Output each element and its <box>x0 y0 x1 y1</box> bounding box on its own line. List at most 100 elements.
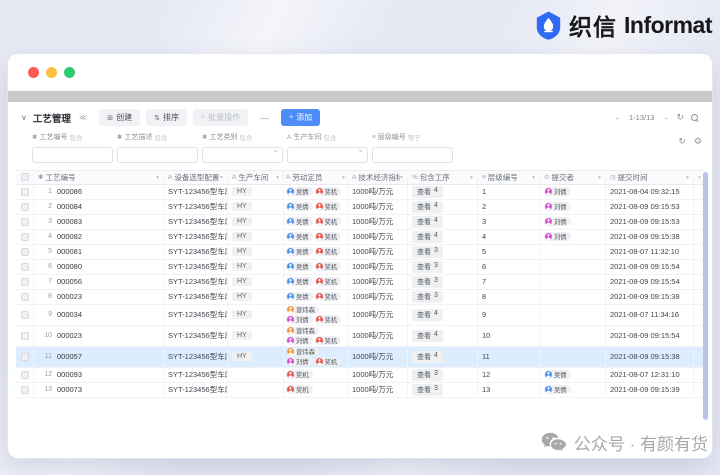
vertical-scrollbar[interactable] <box>703 171 708 420</box>
chevron-down-icon[interactable]: ▾ <box>276 174 279 181</box>
workshop-cell <box>228 367 284 382</box>
process-no: 000023 <box>57 331 83 340</box>
row-check-cell <box>16 274 34 289</box>
member-name: 奖机 <box>296 372 309 379</box>
row-checkbox[interactable] <box>20 217 29 226</box>
table-row[interactable]: 10 000023 SYT-123456型车床 HY 曾炜森 刘倩 奖机 1000吨/万元 查看… <box>16 325 704 347</box>
refresh-icon[interactable]: ↻ <box>678 136 686 147</box>
filter-field-name: 工艺描述 <box>124 134 153 141</box>
header-cell-包含工序[interactable]: % 包含工序 ▾ <box>408 170 478 184</box>
view-ops-button[interactable]: 查看 4 <box>412 215 443 228</box>
chevron-down-icon[interactable]: ▾ <box>156 174 159 181</box>
view-ops-button[interactable]: 查看 3 <box>412 260 443 273</box>
row-checkbox[interactable] <box>20 370 29 379</box>
chevron-down-icon[interactable]: ▾ <box>598 174 601 181</box>
batch-actions-button[interactable]: ≡ 批量操作 <box>193 109 249 126</box>
filter-input-工艺描述[interactable] <box>117 146 198 163</box>
row-checkbox[interactable] <box>20 310 29 319</box>
more-actions-button[interactable]: — <box>254 113 275 123</box>
next-page-arrow-icon[interactable]: → <box>661 113 669 122</box>
table-row[interactable]: 3 000083 SYT-123456型车床 HY 吴倩 奖机 1000吨/万元 查看 4 3 刘倩… <box>16 214 704 230</box>
row-checkbox[interactable] <box>20 187 29 196</box>
row-checkbox[interactable] <box>20 331 29 340</box>
filter-select-生产车间[interactable] <box>287 144 368 163</box>
chevron-down-icon[interactable]: ▾ <box>686 174 689 181</box>
chevron-down-icon[interactable]: ∨ <box>21 113 27 122</box>
header-text: 层级编号 <box>487 172 518 182</box>
table-row[interactable]: 8 000023 SYT-123456型车床 HY 吴倩 奖机 1000吨/万元 查看 3 8 20… <box>16 289 704 305</box>
header-cell-checkbox[interactable] <box>16 170 34 184</box>
table-row[interactable]: 13 000073 SYT-123456型车床 奖机 1000吨/万元 查看 3 13 吴倩 20… <box>16 382 704 398</box>
view-ops-button[interactable]: 查看 3 <box>412 290 443 303</box>
row-check-cell <box>16 325 34 346</box>
maximize-window-button[interactable] <box>64 67 75 78</box>
header-cell-技术经济指标[interactable]: A 技术经济指标 ▾ <box>348 170 408 184</box>
close-window-button[interactable] <box>28 67 39 78</box>
row-number: 13 <box>44 386 52 393</box>
header-cell-层级编号[interactable]: ≡ 层级编号 ▾ <box>478 170 540 184</box>
view-ops-button[interactable]: 查看 4 <box>412 230 443 243</box>
table-header-row: ✱ 工艺编号 ▾ A 设备选型配置 ▾ A 生产车间 ▾ A 劳动定员 ▾ A 技术经济指标 ▾% 包含工序 ▾… <box>16 169 704 185</box>
filter-select-工艺类别[interactable] <box>202 144 283 163</box>
table-row[interactable]: 2 000084 SYT-123456型车床 HY 吴倩 奖机 1000吨/万元 查看 4 2 刘倩… <box>16 199 704 215</box>
table-row[interactable]: 7 000056 SYT-123456型车床 HY 吴倩 奖机 1000吨/万元 查看 3 7 20… <box>16 274 704 290</box>
search-icon[interactable] <box>691 113 699 122</box>
view-ops-button[interactable]: 查看 4 <box>412 350 443 363</box>
member-chip: 刘倩 <box>286 315 313 324</box>
filter-select-input[interactable] <box>202 146 283 163</box>
view-ops-button[interactable]: 查看 3 <box>412 383 443 396</box>
header-cell-提交者[interactable]: ⊙ 提交者 ▾ <box>540 170 606 184</box>
minimize-window-button[interactable] <box>46 67 57 78</box>
row-checkbox[interactable] <box>20 247 29 256</box>
submit-time-cell: 2021-08-09 09:15:53 <box>606 214 694 229</box>
view-ops-button[interactable]: 查看 3 <box>412 245 443 258</box>
row-checkbox[interactable] <box>20 385 29 394</box>
select-all-checkbox[interactable] <box>20 173 29 181</box>
view-ops-button[interactable]: 查看 4 <box>412 185 443 198</box>
chevron-down-icon[interactable]: ▾ <box>342 174 345 181</box>
filter-input-层级编号[interactable] <box>372 146 453 163</box>
header-cell-工艺编号[interactable]: ✱ 工艺编号 ▾ <box>34 170 164 184</box>
table-row[interactable]: 1 000086 SYT-123456型车床 HY 吴倩 奖机 1000吨/万元 查看 4 1 刘倩… <box>16 184 704 200</box>
header-cell-生产车间[interactable]: A 生产车间 ▾ <box>228 170 284 184</box>
prev-page-arrow-icon[interactable]: ← <box>614 113 622 122</box>
row-checkbox[interactable] <box>20 352 29 361</box>
process-no: 000083 <box>57 217 83 226</box>
header-cell-提交时间[interactable]: ◷ 提交时间 ▾ <box>606 170 694 184</box>
row-checkbox[interactable] <box>20 277 29 286</box>
view-ops-button[interactable]: 查看 4 <box>412 329 443 342</box>
table-row[interactable]: 5 000081 SYT-123456型车床 HY 吴倩 奖机 1000吨/万元 查看 3 5 20… <box>16 244 704 260</box>
row-checkbox[interactable] <box>20 262 29 271</box>
refresh-icon[interactable]: ↻ <box>676 112 684 123</box>
header-cell-设备选型配置[interactable]: A 设备选型配置 ▾ <box>164 170 228 184</box>
table-row[interactable]: 9 000034 SYT-123456型车床 HY 曾炜森 刘倩 奖机 1000吨/万元 查看 4… <box>16 304 704 326</box>
chevron-down-icon[interactable]: ▾ <box>532 174 535 181</box>
add-record-button[interactable]: + 添加 <box>281 109 321 126</box>
row-checkbox[interactable] <box>20 202 29 211</box>
view-ops-button[interactable]: 查看 3 <box>412 368 443 381</box>
table-row[interactable]: 4 000082 SYT-123456型车床 HY 吴倩 奖机 1000吨/万元 查看 4 4 刘倩… <box>16 229 704 245</box>
chevron-down-icon[interactable]: ▾ <box>470 174 473 181</box>
table-row[interactable]: 11 000057 SYT-123456型车床 HY 曾炜森 刘倩 奖机 1000吨/万元 查看… <box>16 346 704 368</box>
chevron-down-icon[interactable]: ▾ <box>400 174 403 181</box>
chevron-down-icon[interactable]: ▾ <box>698 174 701 181</box>
gear-icon[interactable]: ⚙ <box>694 136 702 147</box>
view-ops-button[interactable]: 查看 3 <box>412 275 443 288</box>
sort-button[interactable]: ⇅ 排序 <box>146 109 187 126</box>
filter-select-input[interactable] <box>287 146 368 163</box>
table-row[interactable]: 12 000093 SYT-123456型车床 奖机 1000吨/万元 查看 3 12 吴倩 20… <box>16 367 704 383</box>
view-ops-button[interactable]: 查看 4 <box>412 200 443 213</box>
table-row[interactable]: 6 000080 SYT-123456型车床 HY 吴倩 奖机 1000吨/万元 查看 3 6 20… <box>16 259 704 275</box>
ops-cell: 查看 4 <box>408 184 478 199</box>
row-checkbox[interactable] <box>20 292 29 301</box>
create-button[interactable]: ⊞ 创建 <box>99 109 141 126</box>
view-ops-button[interactable]: 查看 4 <box>412 308 443 321</box>
share-icon[interactable]: ≪ <box>79 113 87 122</box>
view-ops-label: 查看 <box>417 233 431 241</box>
header-cell-劳动定员[interactable]: A 劳动定员 ▾ <box>284 170 348 184</box>
chevron-down-icon[interactable]: ▾ <box>220 174 223 181</box>
row-checkbox[interactable] <box>20 232 29 241</box>
member-name: 奖机 <box>324 189 338 196</box>
filter-input-工艺编号[interactable] <box>32 146 113 163</box>
view-ops-count: 4 <box>434 330 438 338</box>
